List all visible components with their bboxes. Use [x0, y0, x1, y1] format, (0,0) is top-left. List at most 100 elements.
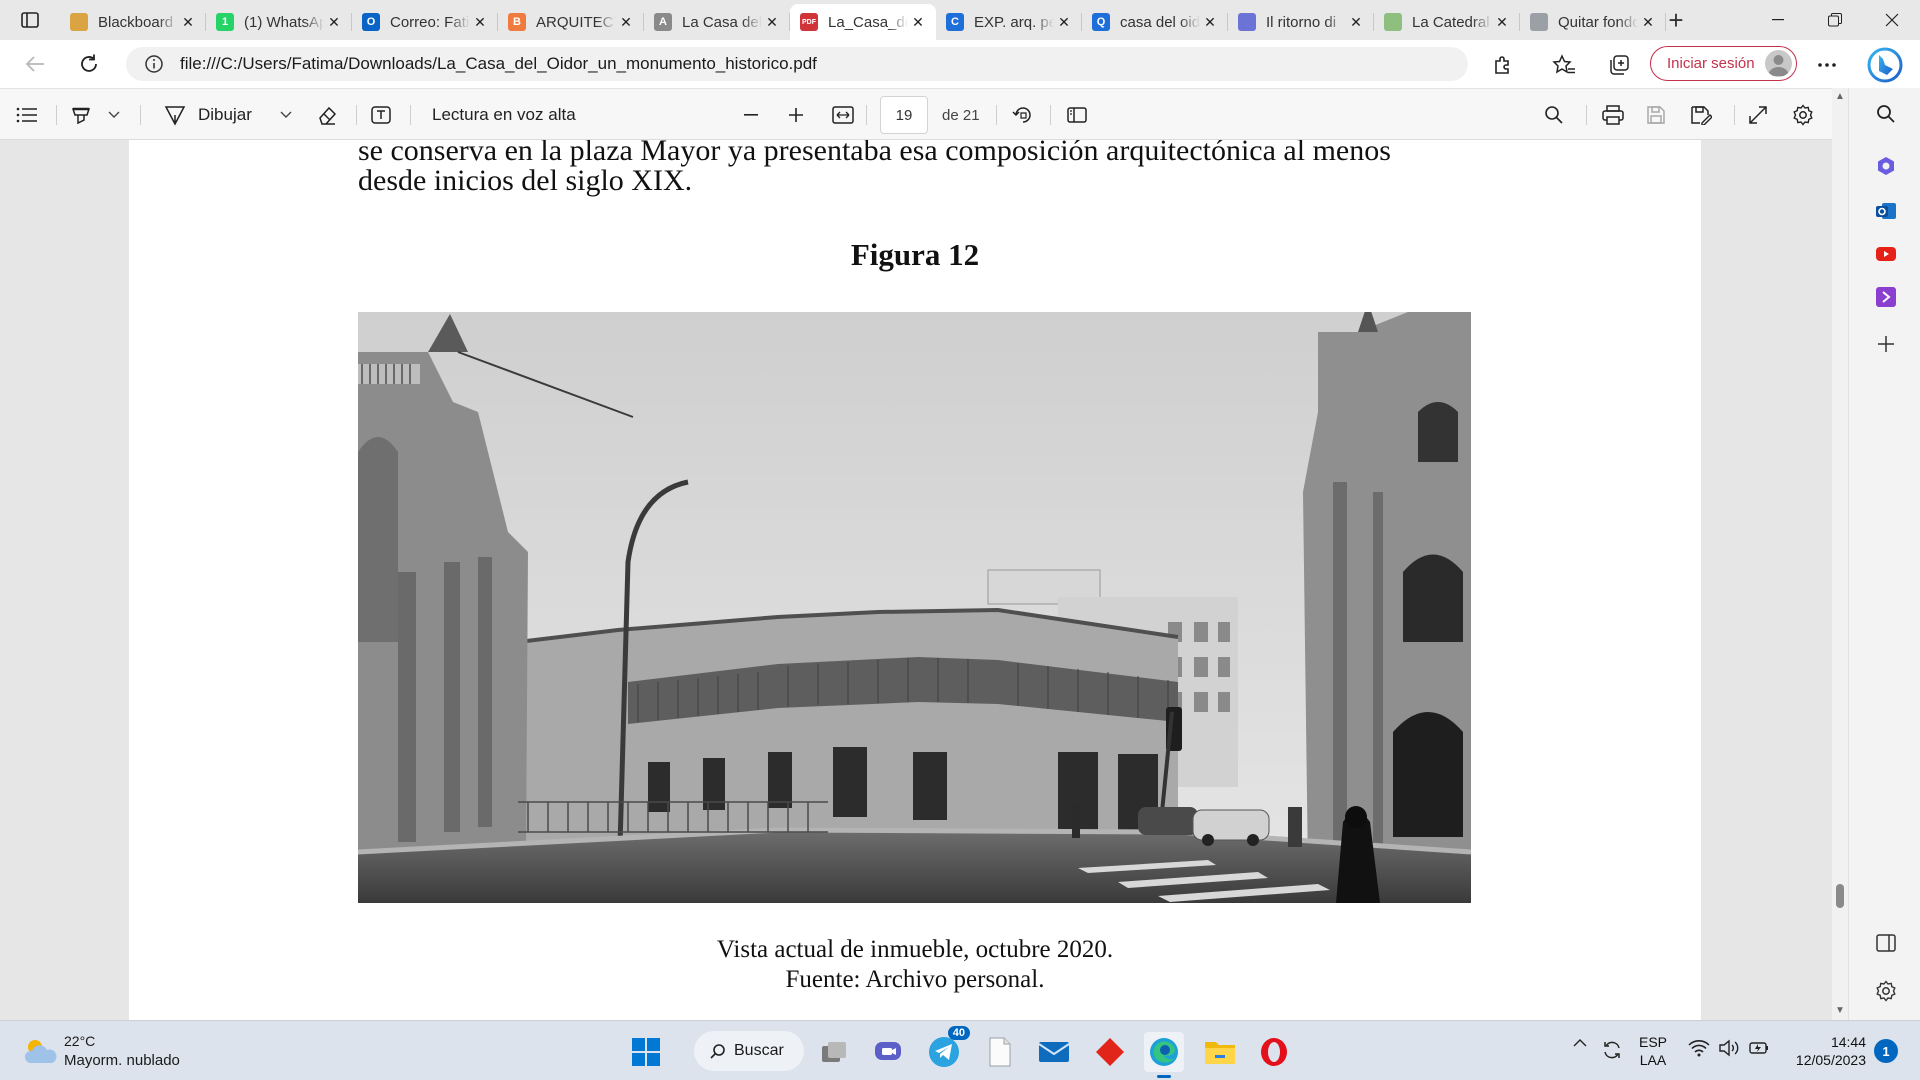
start-button[interactable] — [626, 1032, 666, 1072]
telegram-unread-badge: 40 — [947, 1026, 970, 1040]
pdf-settings-button[interactable] — [1792, 102, 1814, 128]
mail-button[interactable] — [1034, 1032, 1074, 1072]
toolbar-divider — [1050, 105, 1051, 125]
input-language-indicator[interactable]: ESP LAA — [1638, 1033, 1668, 1069]
erase-button[interactable] — [316, 102, 338, 128]
highlight-button[interactable] — [70, 102, 92, 128]
tab-close-icon[interactable]: ✕ — [1054, 12, 1074, 32]
browser-tab[interactable]: Qcasa del oidor✕ — [1082, 4, 1228, 40]
sidebar-app-button[interactable] — [1873, 284, 1899, 310]
read-aloud-button[interactable]: Lectura en voz alta — [432, 102, 576, 128]
fullscreen-button[interactable] — [1748, 102, 1768, 128]
browser-tab[interactable]: Il ritorno di ✕ — [1228, 4, 1374, 40]
battery-button[interactable] — [1748, 1039, 1770, 1057]
edge-taskbar-button[interactable] — [1144, 1032, 1184, 1078]
draw-button[interactable]: Dibujar — [164, 102, 252, 128]
tab-close-icon[interactable]: ✕ — [908, 12, 928, 32]
gear-icon — [1876, 980, 1896, 1002]
browser-tab[interactable]: La Catedral ✕ — [1374, 4, 1520, 40]
draw-options-button[interactable] — [280, 102, 292, 128]
tab-close-icon[interactable]: ✕ — [1492, 12, 1512, 32]
scroll-down-arrow[interactable]: ▼ — [1835, 1006, 1845, 1016]
minimize-button[interactable] — [1749, 0, 1806, 40]
scrollbar-thumb[interactable] — [1836, 884, 1844, 908]
browser-tab[interactable]: B ARQUITECTURA✕ — [498, 4, 644, 40]
info-icon[interactable] — [144, 54, 164, 74]
tab-close-icon[interactable]: ✕ — [1200, 12, 1220, 32]
scroll-up-arrow[interactable]: ▲ — [1835, 92, 1845, 102]
edge-icon — [1150, 1038, 1178, 1066]
collections-button[interactable] — [1604, 50, 1634, 80]
url-text[interactable]: file:///C:/Users/Fatima/Downloads/La_Cas… — [180, 54, 817, 74]
profile-icon — [1768, 55, 1789, 76]
url-field[interactable]: file:///C:/Users/Fatima/Downloads/La_Cas… — [126, 47, 1468, 81]
restore-button[interactable] — [1806, 0, 1863, 40]
close-window-button[interactable] — [1863, 0, 1920, 40]
tab-close-icon[interactable]: ✕ — [616, 12, 636, 32]
show-hidden-icons-button[interactable] — [1570, 1039, 1590, 1047]
pdf-viewport[interactable]: se conserva en la plaza Mayor ya present… — [0, 140, 1832, 1020]
office-app-button[interactable] — [1090, 1032, 1130, 1072]
tab-close-icon[interactable]: ✕ — [1638, 12, 1658, 32]
telegram-button[interactable]: 40 — [924, 1026, 970, 1072]
sidebar-copilot-button[interactable] — [1873, 153, 1899, 179]
back-button[interactable] — [18, 48, 52, 80]
task-view-button[interactable] — [814, 1032, 854, 1072]
browser-tab[interactable]: PDF La_Casa_del_Oidor✕ — [790, 4, 936, 40]
notepad-button[interactable] — [980, 1032, 1020, 1072]
print-button[interactable] — [1602, 102, 1624, 128]
browser-tab[interactable]: A La Casa del Oidor✕ — [644, 4, 790, 40]
reload-button[interactable] — [72, 48, 106, 80]
zoom-in-button[interactable] — [788, 102, 804, 128]
save-as-button[interactable] — [1690, 102, 1712, 128]
new-tab-button[interactable]: + — [1660, 5, 1692, 35]
find-button[interactable] — [1544, 102, 1564, 128]
tab-close-icon[interactable]: ✕ — [324, 12, 344, 32]
tab-close-icon[interactable]: ✕ — [762, 12, 782, 32]
save-button[interactable] — [1646, 102, 1666, 128]
text-box-button[interactable] — [370, 102, 392, 128]
tab-actions-button[interactable] — [12, 6, 48, 34]
opera-button[interactable] — [1254, 1032, 1294, 1072]
notification-center-badge[interactable]: 1 — [1874, 1039, 1898, 1063]
bing-copilot-button[interactable] — [1864, 44, 1906, 86]
extensions-button[interactable] — [1488, 50, 1518, 80]
browser-tab[interactable]: 1 (1) WhatsApp✕ — [206, 4, 352, 40]
windows-logo-icon — [632, 1038, 660, 1066]
taskbar-search[interactable]: Buscar — [694, 1031, 804, 1071]
tab-close-icon[interactable]: ✕ — [1346, 12, 1366, 32]
tab-favicon-icon: C — [946, 13, 964, 31]
signin-button[interactable]: Iniciar sesión — [1650, 46, 1797, 81]
favorites-button[interactable] — [1549, 50, 1579, 80]
sidebar-settings-button[interactable] — [1873, 978, 1899, 1004]
vertical-scrollbar[interactable]: ▲ ▼ — [1832, 88, 1848, 1020]
tab-close-icon[interactable]: ✕ — [178, 12, 198, 32]
sidebar-add-button[interactable] — [1873, 331, 1899, 357]
sync-status-button[interactable] — [1600, 1039, 1624, 1061]
weather-widget[interactable]: 22°C Mayorm. nublado — [20, 1031, 220, 1071]
sidebar-hide-button[interactable] — [1873, 930, 1899, 956]
fit-to-width-button[interactable] — [832, 102, 854, 128]
browser-tab[interactable]: Blackboard ✕ — [60, 4, 206, 40]
partly-cloudy-icon — [24, 1040, 57, 1063]
contents-button[interactable] — [16, 102, 38, 128]
file-explorer-button[interactable] — [1200, 1032, 1240, 1072]
page-view-button[interactable] — [1066, 102, 1088, 128]
zoom-out-button[interactable] — [744, 102, 760, 128]
volume-button[interactable] — [1718, 1039, 1740, 1057]
wifi-button[interactable] — [1688, 1039, 1710, 1057]
rotate-button[interactable] — [1012, 102, 1034, 128]
settings-more-button[interactable] — [1812, 50, 1842, 80]
sidebar-search-button[interactable] — [1873, 101, 1899, 127]
battery-charging-icon — [1749, 1042, 1768, 1054]
browser-tab[interactable]: Quitar fondo ✕ — [1520, 4, 1666, 40]
highlight-options-button[interactable] — [108, 102, 120, 128]
sidebar-youtube-button[interactable] — [1873, 241, 1899, 267]
browser-tab[interactable]: C EXP. arq. peruana✕ — [936, 4, 1082, 40]
page-number-input[interactable]: 19 — [880, 96, 928, 134]
teams-chat-button[interactable] — [868, 1032, 908, 1072]
system-clock[interactable]: 14:44 12/05/2023 — [1786, 1033, 1866, 1069]
browser-tab[interactable]: O Correo: Fatima✕ — [352, 4, 498, 40]
sidebar-outlook-button[interactable] — [1873, 198, 1899, 224]
tab-close-icon[interactable]: ✕ — [470, 12, 490, 32]
